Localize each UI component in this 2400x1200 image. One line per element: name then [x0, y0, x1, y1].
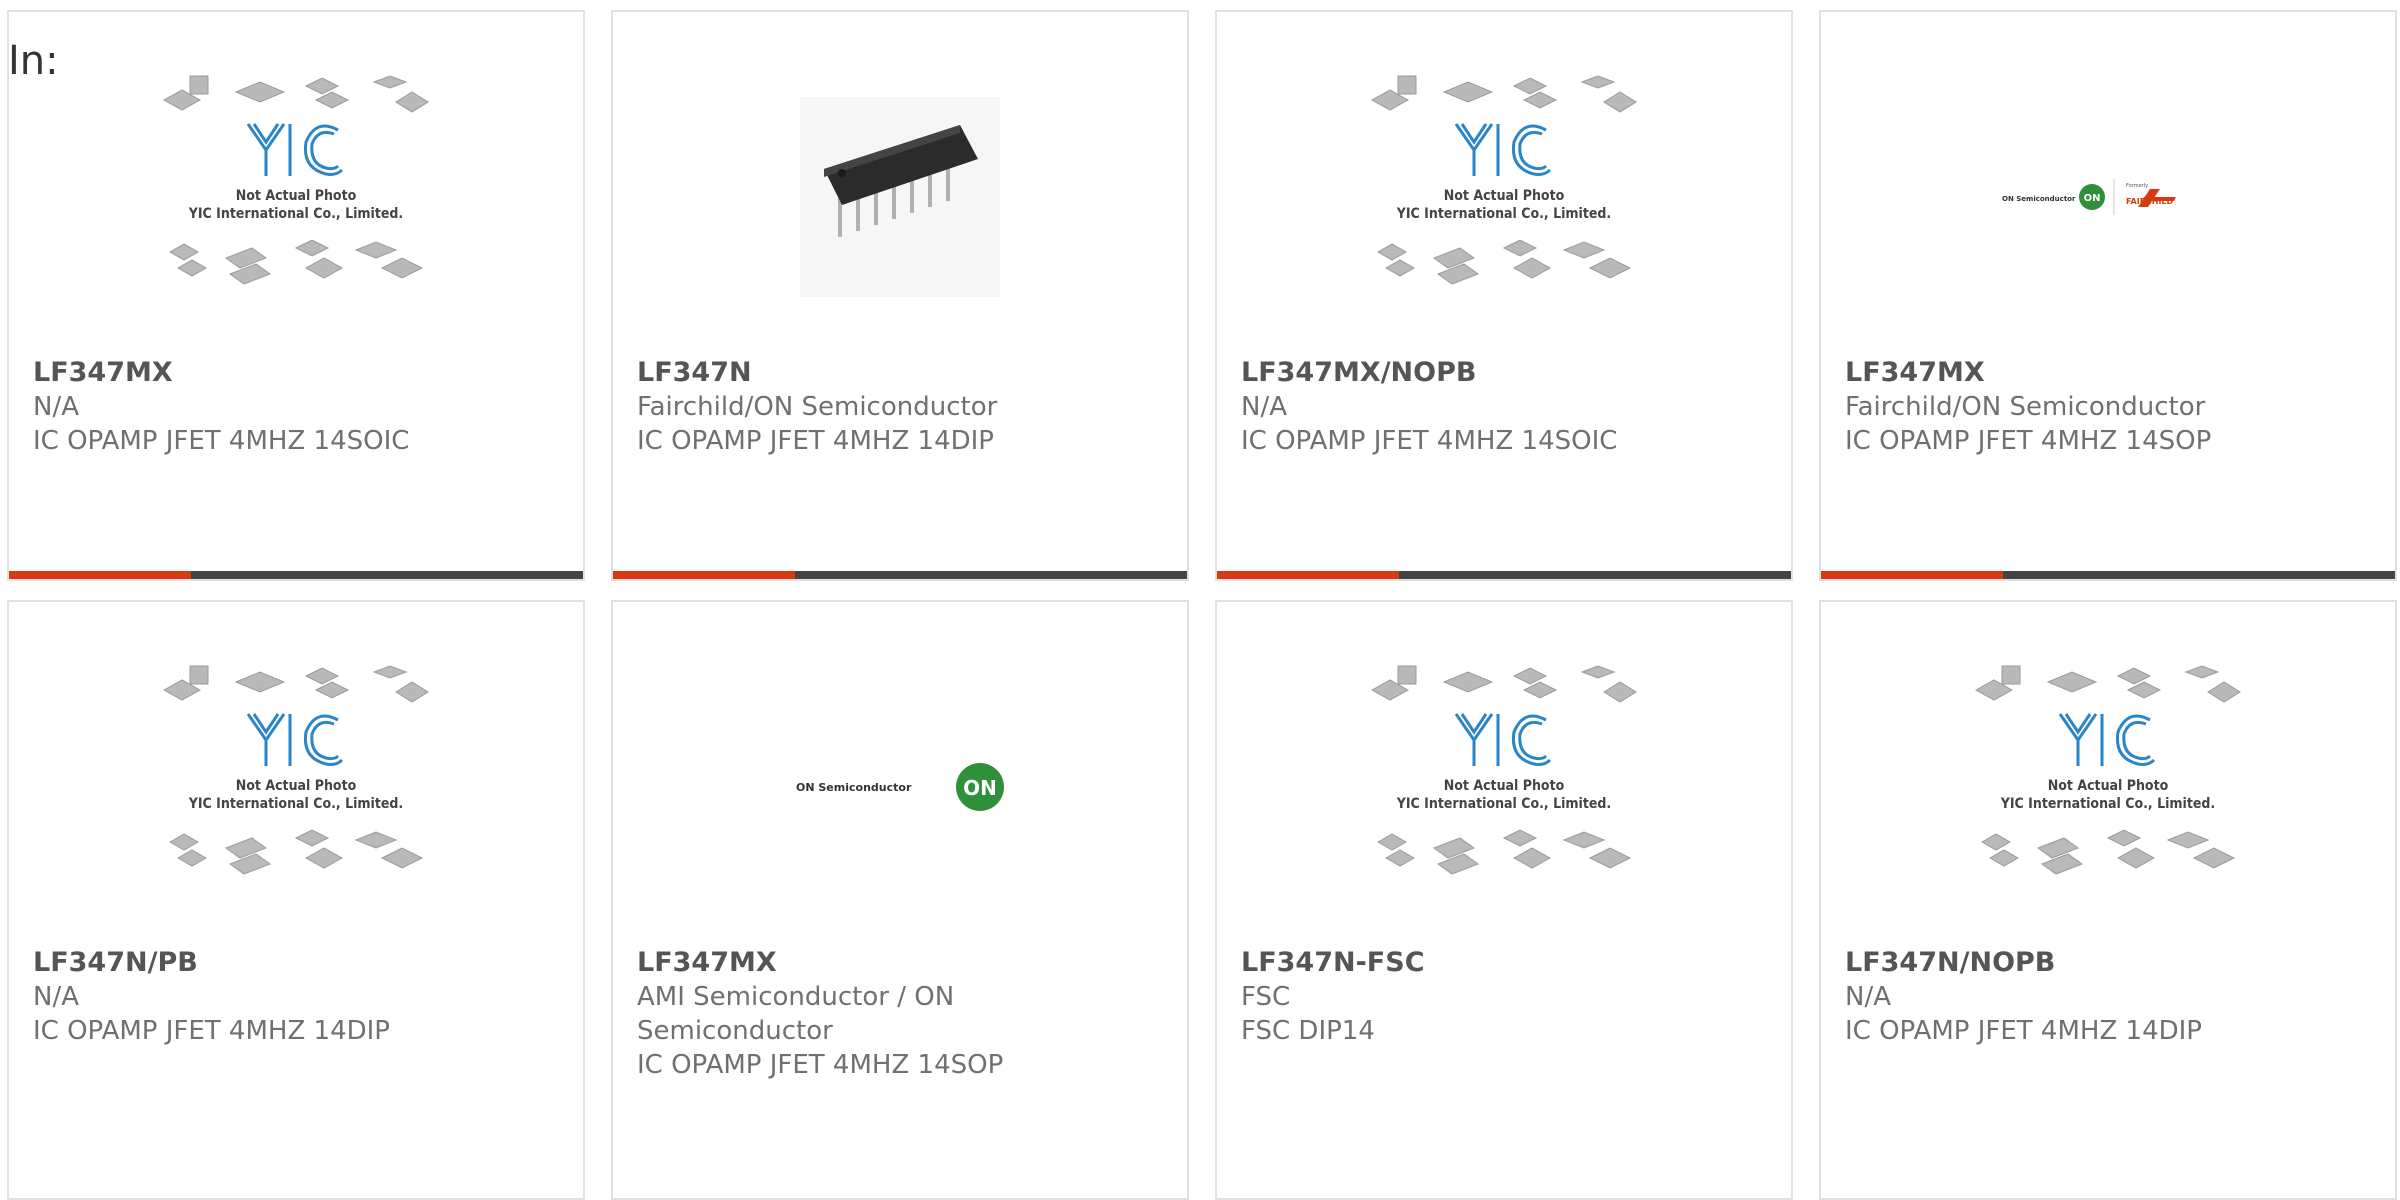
placeholder-line1: Not Actual Photo: [236, 778, 357, 794]
manufacturer: N/A: [33, 982, 79, 1012]
part-number[interactable]: LF347N/NOPB: [1845, 946, 2365, 980]
product-image[interactable]: [613, 42, 1187, 352]
placeholder-line2: YIC International Co., Limited.: [2000, 796, 2215, 812]
placeholder-line1: Not Actual Photo: [1444, 778, 1565, 794]
placeholder-line1: Not Actual Photo: [236, 188, 357, 204]
placeholder-line2: YIC International Co., Limited.: [188, 206, 403, 222]
manufacturer: N/A: [1845, 982, 1891, 1012]
description: IC OPAMP JFET 4MHZ 14DIP: [637, 426, 994, 456]
in-label: In:: [8, 38, 59, 84]
manufacturer: Fairchild/ON Semiconductor: [637, 392, 998, 422]
placeholder-line1: Not Actual Photo: [2048, 778, 2169, 794]
manufacturer: FSC: [1241, 982, 1291, 1012]
product-info: LF347MX N/A IC OPAMP JFET 4MHZ 14SOIC: [33, 356, 553, 458]
product-image[interactable]: Not Actual Photo YIC International Co., …: [9, 632, 583, 942]
on-semi-logo-text: ON Semiconductor: [796, 781, 912, 794]
product-image[interactable]: ON Semiconductor ON Formerly FAIRCHILD: [1821, 42, 2395, 352]
product-info: LF347MX Fairchild/ON Semiconductor IC OP…: [1845, 356, 2365, 458]
product-image[interactable]: Not Actual Photo YIC International Co., …: [1217, 42, 1791, 352]
on-logo-mark-text: ON: [963, 776, 997, 800]
product-card[interactable]: Not Actual Photo YIC International Co., …: [1215, 600, 1793, 1200]
product-info: LF347N Fairchild/ON Semiconductor IC OPA…: [637, 356, 1157, 458]
placeholder-line1: Not Actual Photo: [1444, 188, 1565, 204]
product-info: LF347N/PB N/A IC OPAMP JFET 4MHZ 14DIP: [33, 946, 553, 1048]
description: FSC DIP14: [1241, 1016, 1375, 1046]
product-grid: Not Actual Photo YIC International Co., …: [0, 0, 2400, 1200]
part-number[interactable]: LF347MX: [637, 946, 1157, 980]
yic-placeholder-image: Not Actual Photo YIC International Co., …: [162, 665, 429, 875]
product-info: LF347MX AMI Semiconductor / ON Semicondu…: [637, 946, 1157, 1082]
description: IC OPAMP JFET 4MHZ 14SOIC: [1241, 426, 1618, 456]
card-bottom-bar: [1821, 571, 2395, 579]
card-bottom-bar: [613, 571, 1187, 579]
on-logo-mark-text: ON: [2084, 193, 2101, 204]
product-card[interactable]: Not Actual Photo YIC International Co., …: [7, 600, 585, 1200]
card-accent: [613, 571, 795, 579]
yic-placeholder-image: Not Actual Photo YIC International Co., …: [162, 75, 429, 285]
product-card[interactable]: ON Semiconductor ON LF347MX AMI Semicond…: [611, 600, 1189, 1200]
manufacturer: N/A: [33, 392, 79, 422]
product-info: LF347MX/NOPB N/A IC OPAMP JFET 4MHZ 14SO…: [1241, 356, 1761, 458]
on-semi-logo-text: ON Semiconductor: [2002, 195, 2076, 203]
placeholder-line2: YIC International Co., Limited.: [1396, 796, 1611, 812]
dip14-chip-photo: [800, 97, 1000, 297]
description: IC OPAMP JFET 4MHZ 14SOP: [1845, 426, 2212, 456]
part-number[interactable]: LF347N: [637, 356, 1157, 390]
placeholder-line2: YIC International Co., Limited.: [188, 796, 403, 812]
description: IC OPAMP JFET 4MHZ 14SOP: [637, 1050, 1004, 1080]
yic-placeholder-image: Not Actual Photo YIC International Co., …: [1974, 665, 2241, 875]
card-accent: [1821, 571, 2003, 579]
product-image[interactable]: ON Semiconductor ON: [613, 632, 1187, 942]
product-info: LF347N/NOPB N/A IC OPAMP JFET 4MHZ 14DIP: [1845, 946, 2365, 1048]
part-number[interactable]: LF347N/PB: [33, 946, 553, 980]
formerly-text: Formerly: [2126, 183, 2148, 189]
description: IC OPAMP JFET 4MHZ 14DIP: [33, 1016, 390, 1046]
product-image[interactable]: Not Actual Photo YIC International Co., …: [1821, 632, 2395, 942]
part-number[interactable]: LF347MX: [33, 356, 553, 390]
product-card[interactable]: ON Semiconductor ON Formerly FAIRCHILD L…: [1819, 10, 2397, 581]
description: IC OPAMP JFET 4MHZ 14SOIC: [33, 426, 410, 456]
product-card[interactable]: Not Actual Photo YIC International Co., …: [1819, 600, 2397, 1200]
card-bottom-bar: [1217, 571, 1791, 579]
product-card[interactable]: Not Actual Photo YIC International Co., …: [7, 10, 585, 581]
yic-placeholder-image: Not Actual Photo YIC International Co., …: [1370, 75, 1637, 285]
manufacturer: Fairchild/ON Semiconductor: [1845, 392, 2206, 422]
manufacturer: AMI Semiconductor / ON Semiconductor: [637, 982, 955, 1046]
part-number[interactable]: LF347MX: [1845, 356, 2365, 390]
placeholder-line2: YIC International Co., Limited.: [1396, 206, 1611, 222]
fairchild-text: FAIRCHILD: [2126, 197, 2174, 206]
on-semi-logo: ON Semiconductor ON: [796, 763, 1004, 811]
manufacturer: N/A: [1241, 392, 1287, 422]
product-image[interactable]: Not Actual Photo YIC International Co., …: [1217, 632, 1791, 942]
yic-placeholder-image: Not Actual Photo YIC International Co., …: [1370, 665, 1637, 875]
product-info: LF347N-FSC FSC FSC DIP14: [1241, 946, 1761, 1048]
description: IC OPAMP JFET 4MHZ 14DIP: [1845, 1016, 2202, 1046]
product-image[interactable]: Not Actual Photo YIC International Co., …: [9, 42, 583, 352]
card-accent: [9, 571, 191, 579]
card-accent: [1217, 571, 1399, 579]
part-number[interactable]: LF347MX/NOPB: [1241, 356, 1761, 390]
part-number[interactable]: LF347N-FSC: [1241, 946, 1761, 980]
product-card[interactable]: LF347N Fairchild/ON Semiconductor IC OPA…: [611, 10, 1189, 581]
product-card[interactable]: Not Actual Photo YIC International Co., …: [1215, 10, 1793, 581]
card-bottom-bar: [9, 571, 583, 579]
on-fairchild-logo: ON Semiconductor ON Formerly FAIRCHILD: [2002, 179, 2176, 215]
